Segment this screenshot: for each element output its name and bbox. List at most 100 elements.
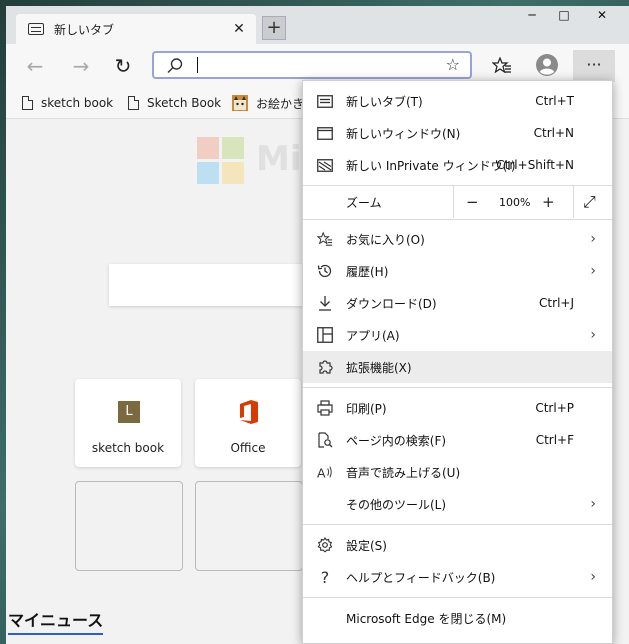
menu-label: 新しい InPrivate ウィンドウ(I) xyxy=(346,158,516,173)
menu-label: アプリ(A) xyxy=(346,328,400,343)
menu-item-zoom: ズーム − 100% + ⤢ xyxy=(303,186,612,218)
more-menu-button[interactable]: ··· xyxy=(573,50,615,82)
menu-label: 音声で読み上げる(U) xyxy=(346,465,461,480)
menu-item-new-inprivate[interactable]: 新しい InPrivate ウィンドウ(I) Ctrl+Shift+N xyxy=(303,149,612,181)
text-caret xyxy=(197,57,198,73)
menu-label: 新しいウィンドウ(N) xyxy=(346,126,461,141)
print-icon xyxy=(317,400,333,416)
quick-link-tile[interactable]: L sketch book xyxy=(75,379,181,467)
menu-label: その他のツール(L) xyxy=(346,497,447,512)
menu-item-more-tools[interactable]: その他のツール(L) › xyxy=(303,488,612,520)
new-tab-page-icon xyxy=(28,23,44,35)
menu-item-help[interactable]: ? ヘルプとフィードバック(B) › xyxy=(303,561,612,593)
settings-menu: 新しいタブ(T) Ctrl+T 新しいウィンドウ(N) Ctrl+N 新しい I… xyxy=(302,80,613,644)
menu-item-print[interactable]: 印刷(P) Ctrl+P xyxy=(303,392,612,424)
page-icon xyxy=(22,96,33,110)
menu-item-find[interactable]: ページ内の検索(F) Ctrl+F xyxy=(303,424,612,456)
menu-separator xyxy=(303,387,612,388)
menu-separator xyxy=(303,219,612,220)
office-logo-icon xyxy=(240,400,258,424)
back-button[interactable]: ← xyxy=(20,51,50,81)
menu-label: お気に入り(O) xyxy=(346,232,425,247)
menu-item-favorites[interactable]: お気に入り(O) › xyxy=(303,223,612,255)
read-aloud-icon: A xyxy=(317,464,333,480)
microsoft-logo-icon xyxy=(197,137,245,185)
address-bar[interactable]: ☆ xyxy=(152,51,472,79)
menu-label: Microsoft Edge を閉じる(M) xyxy=(346,611,507,626)
favorites-list-icon xyxy=(317,231,333,247)
tab-close-icon[interactable]: ✕ xyxy=(230,20,248,38)
menu-shortcut: Ctrl+N xyxy=(533,126,574,140)
menu-item-read-aloud[interactable]: A 音声で読み上げる(U) xyxy=(303,456,612,488)
menu-label: ページ内の検索(F) xyxy=(346,433,447,448)
empty-tile[interactable] xyxy=(75,481,183,571)
refresh-button[interactable]: ↻ xyxy=(108,51,138,81)
menu-item-close-edge[interactable]: Microsoft Edge を閉じる(M) xyxy=(303,602,612,634)
menu-label: 設定(S) xyxy=(346,538,387,553)
chevron-right-icon: › xyxy=(590,263,596,279)
extensions-puzzle-icon xyxy=(317,359,333,375)
menu-shortcut: Ctrl+J xyxy=(539,296,574,310)
menu-item-extensions[interactable]: 拡張機能(X) xyxy=(303,351,612,383)
search-icon xyxy=(167,58,183,73)
menu-separator xyxy=(303,524,612,525)
download-icon xyxy=(317,295,333,311)
chevron-right-icon: › xyxy=(590,231,596,247)
logo-text: Mi xyxy=(256,139,302,179)
gear-icon xyxy=(317,537,333,553)
tab-new-tab[interactable]: 新しいタブ ✕ xyxy=(16,14,256,44)
menu-shortcut: Ctrl+Shift+N xyxy=(496,158,574,172)
menu-item-apps[interactable]: アプリ(A) › xyxy=(303,319,612,351)
tile-label: sketch book xyxy=(91,441,165,455)
menu-label: ダウンロード(D) xyxy=(346,296,437,311)
menu-item-downloads[interactable]: ダウンロード(D) Ctrl+J xyxy=(303,287,612,319)
inprivate-icon xyxy=(317,157,333,173)
menu-shortcut: Ctrl+P xyxy=(535,401,574,415)
menu-item-new-window[interactable]: 新しいウィンドウ(N) Ctrl+N xyxy=(303,117,612,149)
menu-label: ヘルプとフィードバック(B) xyxy=(346,570,496,585)
menu-shortcut: Ctrl+T xyxy=(535,94,574,108)
menu-separator xyxy=(303,597,612,598)
zoom-level: 100% xyxy=(499,195,531,209)
menu-label: ズーム xyxy=(346,195,382,210)
favorite-label: sketch book xyxy=(41,96,114,110)
menu-shortcut: Ctrl+F xyxy=(535,433,574,447)
menu-item-history[interactable]: 履歴(H) › xyxy=(303,255,612,287)
menu-label: 履歴(H) xyxy=(346,264,389,279)
zoom-out-button[interactable]: − xyxy=(466,193,479,211)
more-icon: ··· xyxy=(586,55,602,74)
forward-button[interactable]: → xyxy=(66,51,96,81)
zoom-divider xyxy=(573,186,574,218)
find-in-page-icon xyxy=(317,432,333,448)
maximize-button[interactable]: □ xyxy=(550,6,578,26)
page-icon xyxy=(128,96,139,110)
page-search-box[interactable] xyxy=(109,264,309,306)
favorite-label: Sketch Book xyxy=(147,96,222,110)
menu-item-settings[interactable]: 設定(S) xyxy=(303,529,612,561)
profile-avatar-icon[interactable] xyxy=(536,54,558,76)
quick-link-tile[interactable]: Office xyxy=(195,379,301,467)
menu-item-new-tab[interactable]: 新しいタブ(T) Ctrl+T xyxy=(303,85,612,117)
history-icon xyxy=(317,263,333,279)
menu-label: 印刷(P) xyxy=(346,401,387,416)
zoom-in-button[interactable]: + xyxy=(542,193,555,211)
my-news-heading[interactable]: マイニュース xyxy=(8,607,104,635)
favorites-icon[interactable] xyxy=(492,57,512,75)
svg-text:A: A xyxy=(317,465,326,480)
new-tab-button[interactable]: + xyxy=(262,16,286,40)
new-window-icon xyxy=(317,125,333,141)
zoom-divider xyxy=(453,186,454,218)
new-tab-icon xyxy=(317,93,333,109)
favorite-item[interactable]: Sketch Book xyxy=(128,94,221,112)
chevron-right-icon: › xyxy=(590,496,596,512)
fullscreen-icon[interactable]: ⤢ xyxy=(583,192,596,212)
add-favorite-star-icon[interactable]: ☆ xyxy=(446,55,460,74)
tab-title: 新しいタブ xyxy=(54,22,115,37)
menu-label: 新しいタブ(T) xyxy=(346,94,423,109)
empty-tile[interactable] xyxy=(195,481,303,571)
cat-favicon-icon xyxy=(232,95,248,111)
close-window-button[interactable]: ✕ xyxy=(588,6,616,26)
favorite-item[interactable]: sketch book xyxy=(22,94,113,112)
minimize-button[interactable]: ─ xyxy=(518,6,546,26)
apps-icon xyxy=(317,327,333,343)
